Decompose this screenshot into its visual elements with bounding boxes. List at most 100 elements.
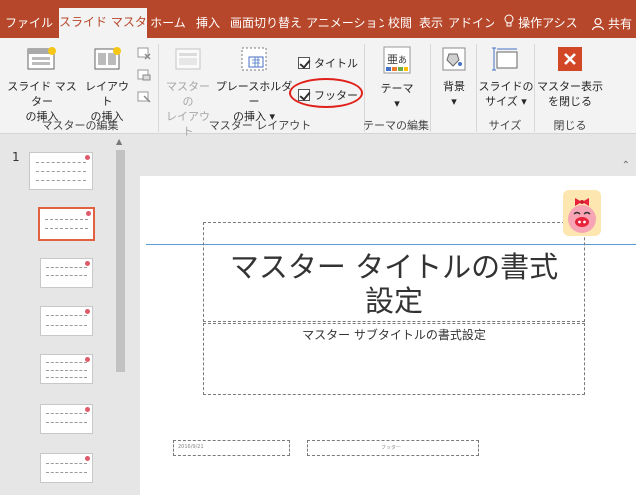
title-checkbox[interactable]: タイトル — [298, 55, 358, 71]
insert-placeholder-button[interactable]: プレースホルダー の挿入 ▾ — [214, 46, 294, 124]
background-label: 背景 — [443, 80, 465, 93]
insert-slide-master-label-1: スライド マスター — [7, 80, 77, 108]
tab-insert[interactable]: 挿入 — [190, 9, 226, 38]
close-master-label-2: を閉じる — [548, 95, 592, 108]
pig-mini-icon — [86, 211, 91, 216]
background-dropdown-arrow: ▾ — [451, 95, 457, 108]
title-checkbox-label: タイトル — [314, 57, 358, 70]
insert-placeholder-label-1: プレースホルダー — [215, 80, 293, 108]
person-icon — [591, 17, 605, 30]
placeholder-icon — [241, 47, 267, 71]
close-icon — [558, 47, 582, 71]
preserve-icon[interactable] — [137, 90, 151, 104]
share-label: 共有 — [607, 16, 632, 31]
pig-mini-icon — [85, 357, 90, 362]
collapse-ribbon-icon[interactable]: ⌃ — [622, 160, 630, 171]
master-layout-label-1: マスターの — [166, 80, 210, 108]
footer-text: フッター — [381, 445, 402, 451]
thumb-line — [46, 315, 87, 316]
slide-size-label-2: サイズ ▾ — [485, 95, 527, 108]
tab-review[interactable]: 校閲 — [386, 9, 414, 38]
insert-layout-button[interactable]: レイアウト の挿入 — [82, 46, 132, 124]
thumb-line — [46, 463, 87, 464]
thumb-line — [46, 362, 87, 363]
group-separator — [534, 44, 535, 132]
svg-text:亜: 亜 — [387, 53, 398, 66]
insert-slide-master-button[interactable]: スライド マスター の挿入 — [2, 46, 82, 124]
layout-icon — [94, 47, 121, 70]
theme-button[interactable]: 亜 あ テーマ ▾ — [370, 46, 424, 111]
tab-animations[interactable]: アニメーション — [306, 9, 384, 38]
pig-mini-icon — [85, 407, 90, 412]
slide-number: 1 — [12, 150, 20, 164]
thumbnail-layout[interactable] — [40, 354, 93, 384]
tab-file[interactable]: ファイル — [4, 9, 54, 38]
thumbnail-layout[interactable] — [40, 306, 93, 336]
pig-mini-icon — [85, 261, 90, 266]
thumb-line — [46, 275, 87, 276]
thumbnail-master[interactable] — [29, 152, 93, 190]
thumb-line — [46, 325, 87, 326]
tab-slide-master[interactable]: スライド マスター — [59, 8, 147, 38]
title-checkbox-box[interactable] — [298, 57, 310, 69]
theme-icon: 亜 あ — [383, 46, 411, 74]
ribbon-tab-bar: ファイル スライド マスター ホーム 挿入 画面切り替え アニメーション 校閲 … — [0, 0, 636, 38]
background-button[interactable]: 背景 ▾ — [434, 46, 474, 109]
svg-text:あ: あ — [398, 55, 407, 66]
group-separator — [430, 44, 431, 132]
pig-logo-icon — [563, 190, 601, 236]
tab-addins[interactable]: アドイン — [448, 9, 494, 38]
highlight-circle — [289, 78, 363, 108]
group-label-master-edit: マスターの編集 — [41, 119, 119, 132]
group-label-master-layout: マスター レイアウト — [208, 119, 312, 132]
thumbnail-scrollbar[interactable]: ▲ — [114, 134, 127, 495]
tell-me-text: 操作アシス — [518, 16, 578, 30]
thumb-line — [46, 422, 87, 423]
slide-size-label-1: スライドの — [478, 80, 534, 93]
slide-master-icon — [27, 47, 56, 70]
tab-transitions[interactable]: 画面切り替え — [228, 9, 304, 38]
thumb-line — [46, 267, 87, 268]
share-button[interactable]: 共有 — [591, 9, 632, 38]
thumbnail-layout-selected[interactable] — [38, 207, 95, 241]
thumb-line — [46, 370, 87, 371]
rename-icon[interactable] — [137, 68, 151, 82]
tab-home[interactable]: ホーム — [148, 9, 188, 38]
scroll-up-arrow-icon[interactable]: ▲ — [116, 137, 122, 146]
thumb-line — [46, 377, 87, 378]
slide-size-button[interactable]: スライドの サイズ ▾ — [478, 46, 534, 109]
tell-me-box[interactable]: 操作アシス — [502, 9, 580, 38]
theme-dropdown-arrow: ▾ — [394, 97, 400, 110]
close-master-view-button[interactable]: マスター表示 を閉じる — [536, 46, 604, 109]
thumbnail-layout[interactable] — [40, 258, 93, 288]
slide-title-line-2: 設定 — [364, 284, 423, 318]
pig-mini-icon — [85, 456, 90, 461]
thumbnail-layout[interactable] — [40, 404, 93, 434]
group-label-close: 閉じる — [553, 119, 587, 132]
thumb-line — [36, 171, 86, 172]
lightbulb-icon — [504, 14, 514, 27]
thumb-line — [46, 472, 87, 473]
group-label-size: サイズ — [488, 119, 522, 132]
date-text: 2016/9/21 — [178, 444, 204, 450]
scrollbar-thumb[interactable] — [116, 150, 125, 372]
slide-subtitle: マスター サブタイトルの書式設定 — [302, 328, 486, 342]
slide-title: マスター タイトルの書式 設定 — [203, 250, 585, 318]
thumb-line — [36, 180, 86, 181]
close-master-label-1: マスター表示 — [537, 80, 603, 93]
theme-label: テーマ — [380, 82, 414, 95]
master-layout-icon — [175, 48, 201, 70]
pig-mini-icon — [85, 155, 90, 160]
thumb-line — [45, 219, 88, 220]
insert-layout-label-1: レイアウト — [85, 80, 129, 108]
pig-mini-icon — [85, 309, 90, 314]
thumbnail-layout[interactable] — [40, 453, 93, 483]
thumb-line — [36, 162, 86, 163]
delete-slide-icon[interactable] — [137, 46, 151, 60]
slide-title-line-1: マスター タイトルの書式 — [229, 250, 559, 284]
thumb-line — [45, 228, 88, 229]
slide-size-icon — [492, 47, 518, 71]
group-label-theme-edit: テーマの編集 — [363, 119, 429, 132]
group-separator — [158, 44, 159, 132]
tab-view[interactable]: 表示 — [416, 9, 446, 38]
